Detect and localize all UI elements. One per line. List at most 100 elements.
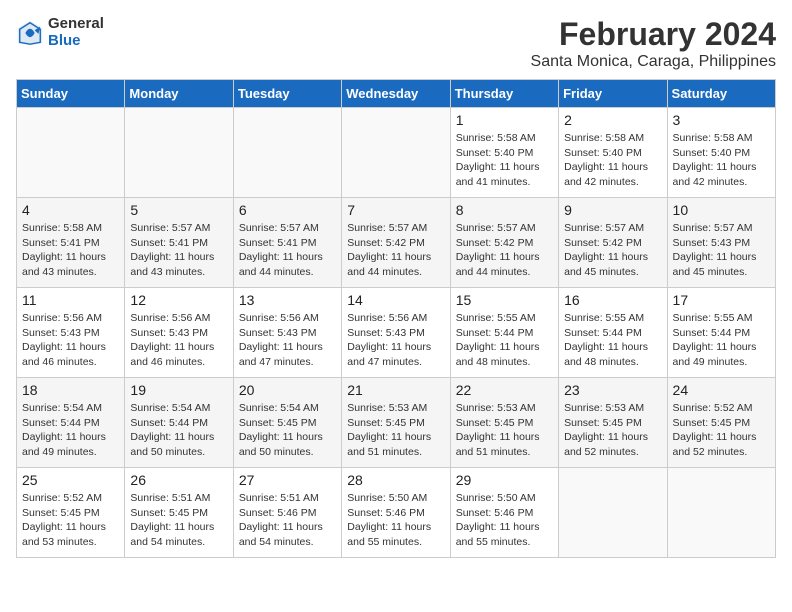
day-cell: 16 Sunrise: 5:55 AM Sunset: 5:44 PM Dayli… (559, 288, 667, 378)
day-number: 28 (347, 472, 444, 488)
day-cell: 22Sunrise: 5:53 AM Sunset: 5:45 PM Dayli… (450, 378, 558, 468)
day-detail: Sunrise: 5:54 AM Sunset: 5:44 PM Dayligh… (130, 401, 227, 460)
day-cell: 13Sunrise: 5:56 AM Sunset: 5:43 PM Dayli… (233, 288, 341, 378)
logo-general-text: General (48, 16, 104, 33)
day-cell (667, 468, 775, 558)
header-saturday: Saturday (667, 80, 775, 108)
day-cell: 5 Sunrise: 5:57 AM Sunset: 5:41 PM Daylig… (125, 198, 233, 288)
day-cell: 9 Sunrise: 5:57 AM Sunset: 5:42 PM Daylig… (559, 198, 667, 288)
calendar-body: 1Sunrise: 5:58 AM Sunset: 5:40 PM Daylig… (17, 108, 776, 558)
day-cell (233, 108, 341, 198)
main-title: February 2024 (531, 16, 776, 53)
day-number: 6 (239, 202, 336, 218)
week-row-5: 25 Sunrise: 5:52 AM Sunset: 5:45 PM Dayli… (17, 468, 776, 558)
day-detail: Sunrise: 5:57 AM Sunset: 5:41 PM Dayligh… (130, 221, 227, 280)
day-cell: 14 Sunrise: 5:56 AM Sunset: 5:43 PM Dayli… (342, 288, 450, 378)
day-cell: 8 Sunrise: 5:57 AM Sunset: 5:42 PM Daylig… (450, 198, 558, 288)
day-cell: 26 Sunrise: 5:51 AM Sunset: 5:45 PM Dayli… (125, 468, 233, 558)
header-monday: Monday (125, 80, 233, 108)
day-detail: Sunrise: 5:56 AM Sunset: 5:43 PM Dayligh… (239, 311, 336, 370)
calendar-header: SundayMondayTuesdayWednesdayThursdayFrid… (17, 80, 776, 108)
day-number: 24 (673, 382, 770, 398)
day-detail: Sunrise: 5:56 AM Sunset: 5:43 PM Dayligh… (347, 311, 444, 370)
day-detail: Sunrise: 5:50 AM Sunset: 5:46 PM Dayligh… (347, 491, 444, 550)
day-cell (17, 108, 125, 198)
day-number: 2 (564, 112, 661, 128)
week-row-2: 4Sunrise: 5:58 AM Sunset: 5:41 PM Daylig… (17, 198, 776, 288)
week-row-3: 11 Sunrise: 5:56 AM Sunset: 5:43 PM Dayli… (17, 288, 776, 378)
day-number: 22 (456, 382, 553, 398)
day-detail: Sunrise: 5:58 AM Sunset: 5:41 PM Dayligh… (22, 221, 119, 280)
day-detail: Sunrise: 5:57 AM Sunset: 5:41 PM Dayligh… (239, 221, 336, 280)
day-number: 20 (239, 382, 336, 398)
day-detail: Sunrise: 5:55 AM Sunset: 5:44 PM Dayligh… (456, 311, 553, 370)
day-cell: 2 Sunrise: 5:58 AM Sunset: 5:40 PM Daylig… (559, 108, 667, 198)
subtitle: Santa Monica, Caraga, Philippines (531, 53, 776, 71)
day-cell: 23Sunrise: 5:53 AM Sunset: 5:45 PM Dayli… (559, 378, 667, 468)
day-cell: 18 Sunrise: 5:54 AM Sunset: 5:44 PM Dayli… (17, 378, 125, 468)
day-cell: 29 Sunrise: 5:50 AM Sunset: 5:46 PM Dayli… (450, 468, 558, 558)
day-cell: 1Sunrise: 5:58 AM Sunset: 5:40 PM Daylig… (450, 108, 558, 198)
day-detail: Sunrise: 5:51 AM Sunset: 5:45 PM Dayligh… (130, 491, 227, 550)
week-row-4: 18 Sunrise: 5:54 AM Sunset: 5:44 PM Dayli… (17, 378, 776, 468)
day-detail: Sunrise: 5:54 AM Sunset: 5:44 PM Dayligh… (22, 401, 119, 460)
day-cell: 19 Sunrise: 5:54 AM Sunset: 5:44 PM Dayli… (125, 378, 233, 468)
day-cell: 24 Sunrise: 5:52 AM Sunset: 5:45 PM Dayli… (667, 378, 775, 468)
day-cell: 21Sunrise: 5:53 AM Sunset: 5:45 PM Dayli… (342, 378, 450, 468)
day-detail: Sunrise: 5:55 AM Sunset: 5:44 PM Dayligh… (673, 311, 770, 370)
calendar-table: SundayMondayTuesdayWednesdayThursdayFrid… (16, 79, 776, 558)
header-friday: Friday (559, 80, 667, 108)
day-number: 9 (564, 202, 661, 218)
day-detail: Sunrise: 5:55 AM Sunset: 5:44 PM Dayligh… (564, 311, 661, 370)
day-number: 7 (347, 202, 444, 218)
day-number: 11 (22, 292, 119, 308)
day-cell: 10Sunrise: 5:57 AM Sunset: 5:43 PM Dayli… (667, 198, 775, 288)
day-detail: Sunrise: 5:52 AM Sunset: 5:45 PM Dayligh… (673, 401, 770, 460)
day-number: 10 (673, 202, 770, 218)
day-detail: Sunrise: 5:52 AM Sunset: 5:45 PM Dayligh… (22, 491, 119, 550)
day-detail: Sunrise: 5:57 AM Sunset: 5:42 PM Dayligh… (347, 221, 444, 280)
day-cell: 7 Sunrise: 5:57 AM Sunset: 5:42 PM Daylig… (342, 198, 450, 288)
day-number: 25 (22, 472, 119, 488)
day-number: 19 (130, 382, 227, 398)
header-thursday: Thursday (450, 80, 558, 108)
day-detail: Sunrise: 5:56 AM Sunset: 5:43 PM Dayligh… (22, 311, 119, 370)
logo-icon (16, 19, 44, 47)
day-number: 5 (130, 202, 227, 218)
day-number: 14 (347, 292, 444, 308)
week-row-1: 1Sunrise: 5:58 AM Sunset: 5:40 PM Daylig… (17, 108, 776, 198)
day-cell: 15 Sunrise: 5:55 AM Sunset: 5:44 PM Dayli… (450, 288, 558, 378)
day-number: 18 (22, 382, 119, 398)
header-row: SundayMondayTuesdayWednesdayThursdayFrid… (17, 80, 776, 108)
day-number: 23 (564, 382, 661, 398)
day-detail: Sunrise: 5:58 AM Sunset: 5:40 PM Dayligh… (564, 131, 661, 190)
day-cell: 25 Sunrise: 5:52 AM Sunset: 5:45 PM Dayli… (17, 468, 125, 558)
day-cell (125, 108, 233, 198)
day-detail: Sunrise: 5:50 AM Sunset: 5:46 PM Dayligh… (456, 491, 553, 550)
day-detail: Sunrise: 5:54 AM Sunset: 5:45 PM Dayligh… (239, 401, 336, 460)
day-number: 15 (456, 292, 553, 308)
day-cell: 20 Sunrise: 5:54 AM Sunset: 5:45 PM Dayli… (233, 378, 341, 468)
day-number: 29 (456, 472, 553, 488)
day-number: 26 (130, 472, 227, 488)
day-cell: 27Sunrise: 5:51 AM Sunset: 5:46 PM Dayli… (233, 468, 341, 558)
day-number: 16 (564, 292, 661, 308)
day-number: 21 (347, 382, 444, 398)
day-number: 27 (239, 472, 336, 488)
day-number: 17 (673, 292, 770, 308)
day-cell: 28 Sunrise: 5:50 AM Sunset: 5:46 PM Dayli… (342, 468, 450, 558)
header-sunday: Sunday (17, 80, 125, 108)
day-cell: 17 Sunrise: 5:55 AM Sunset: 5:44 PM Dayli… (667, 288, 775, 378)
day-cell: 6 Sunrise: 5:57 AM Sunset: 5:41 PM Daylig… (233, 198, 341, 288)
day-cell: 11 Sunrise: 5:56 AM Sunset: 5:43 PM Dayli… (17, 288, 125, 378)
page-header: General Blue February 2024 Santa Monica,… (16, 16, 776, 71)
day-detail: Sunrise: 5:57 AM Sunset: 5:42 PM Dayligh… (564, 221, 661, 280)
day-cell: 12Sunrise: 5:56 AM Sunset: 5:43 PM Dayli… (125, 288, 233, 378)
logo: General Blue (16, 16, 104, 49)
day-detail: Sunrise: 5:57 AM Sunset: 5:42 PM Dayligh… (456, 221, 553, 280)
header-wednesday: Wednesday (342, 80, 450, 108)
day-cell: 3Sunrise: 5:58 AM Sunset: 5:40 PM Daylig… (667, 108, 775, 198)
day-number: 3 (673, 112, 770, 128)
day-number: 12 (130, 292, 227, 308)
day-number: 8 (456, 202, 553, 218)
